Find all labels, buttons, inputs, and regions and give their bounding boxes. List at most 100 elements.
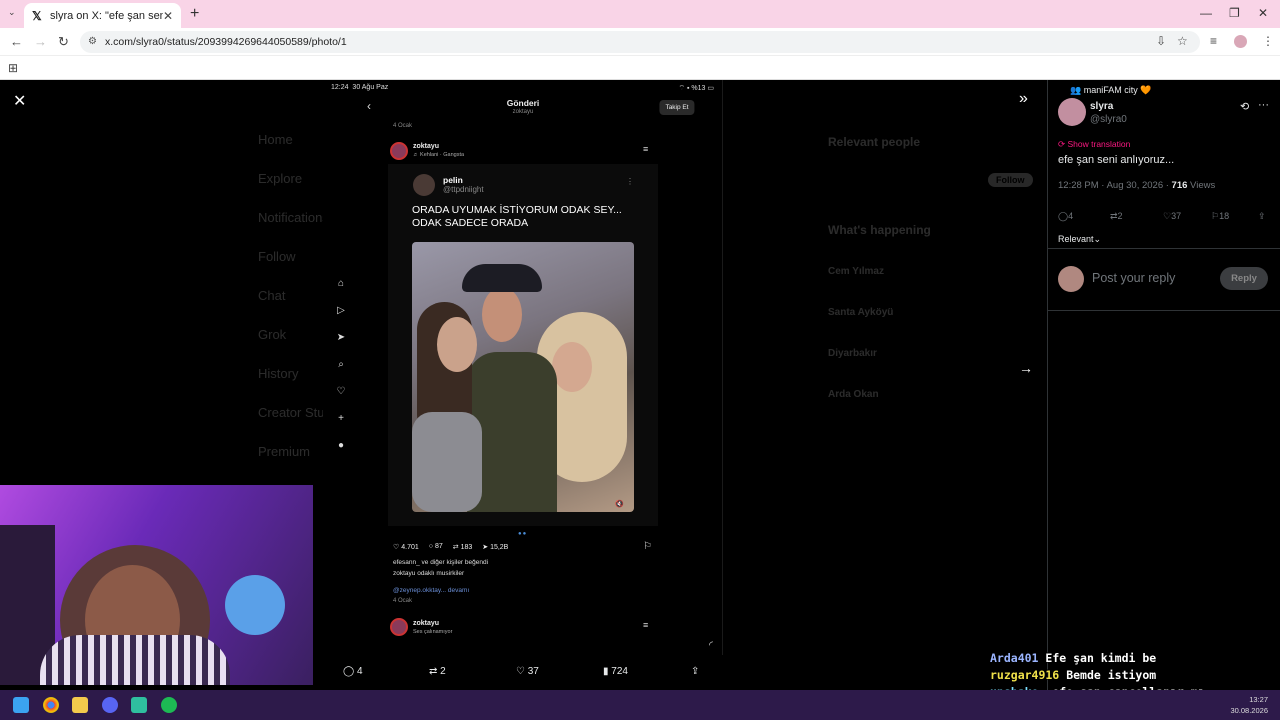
browser-tab[interactable]: 𝕏 slyra on X: "efe şan seni anlıyoruz...… bbox=[24, 3, 181, 28]
bookmark-button[interactable]: ⚐ 18 bbox=[1211, 211, 1229, 222]
streamer-shirt bbox=[40, 635, 230, 685]
search-icon: ⌕ bbox=[338, 359, 344, 370]
tweet-timestamp[interactable]: 12:28 PM · Aug 30, 2026 · bbox=[1058, 180, 1172, 191]
card-text: ORADA UYUMAK İSTİYORUM ODAK SEY... ODAK … bbox=[412, 204, 622, 229]
viewer-views: 724 bbox=[611, 666, 628, 677]
close-window-button[interactable]: ✕ bbox=[1258, 6, 1268, 20]
chevron-down-icon: ⌄ bbox=[1093, 234, 1102, 244]
bookmarks-bar: ⊞ bbox=[0, 56, 1280, 80]
close-viewer-icon[interactable]: ✕ bbox=[13, 91, 26, 111]
reply-submit-button[interactable]: Reply bbox=[1220, 267, 1268, 290]
card-more-icon: ⋮ bbox=[626, 177, 634, 186]
browser-tab-bar: ⌄ 𝕏 slyra on X: "efe şan seni anlıyoruz.… bbox=[0, 0, 1280, 28]
viewer-like-button[interactable]: ♡ 37 bbox=[516, 666, 539, 677]
url-text: x.com/slyra0/status/2093994269644050589/… bbox=[105, 36, 347, 48]
url-bar[interactable]: ⚙ x.com/slyra0/status/209399426964405058… bbox=[80, 31, 1200, 53]
card-handle: @ttpdniight bbox=[443, 185, 484, 194]
bg-trend-1: Cem Yılmaz bbox=[828, 266, 884, 277]
chrome-icon[interactable] bbox=[43, 697, 59, 713]
viewer-views-button[interactable]: ▮ 724 bbox=[603, 666, 628, 677]
send-icon: ➤ bbox=[336, 332, 346, 343]
discord-icon[interactable] bbox=[102, 697, 118, 713]
sort-dropdown[interactable]: Relevant⌄ bbox=[1058, 234, 1101, 245]
author-name[interactable]: slyra bbox=[1090, 101, 1113, 112]
phone-time: 12:24 bbox=[331, 84, 349, 91]
repost-button[interactable]: ⇄ 2 bbox=[1110, 211, 1123, 222]
loading-spinner-icon: ◜ bbox=[709, 640, 713, 651]
reply-avatar bbox=[1058, 266, 1084, 292]
bg-whats-happening: What's happening bbox=[828, 223, 931, 237]
tab-title: slyra on X: "efe şan seni anlıyoruz..." bbox=[50, 9, 163, 22]
app-icon[interactable] bbox=[131, 697, 147, 713]
bg-nav-history: History bbox=[258, 366, 299, 381]
viewer-share-icon[interactable]: ⇪ bbox=[691, 666, 699, 677]
phone-bookmark-icon: ⚐ bbox=[643, 541, 652, 552]
card-avatar bbox=[413, 174, 435, 196]
tweet-views-label: Views bbox=[1187, 180, 1216, 191]
menu-icon[interactable]: ⋮ bbox=[1262, 34, 1274, 48]
show-translation-link[interactable]: Show translation bbox=[1068, 139, 1131, 149]
viewer-repost-button[interactable]: ⇄ 2 bbox=[429, 666, 446, 677]
author-handle[interactable]: @slyra0 bbox=[1090, 114, 1127, 125]
phone-comments: 87 bbox=[434, 543, 443, 550]
viewer-reply-button[interactable]: ◯ 4 bbox=[343, 666, 363, 677]
profile-icon: ● bbox=[337, 440, 345, 451]
sort-label: Relevant bbox=[1058, 234, 1094, 244]
post-username: zoktayu bbox=[413, 143, 440, 150]
like-button[interactable]: ♡ 37 bbox=[1163, 211, 1181, 222]
new-tab-button[interactable]: + bbox=[190, 5, 199, 23]
phone-liked-by: efesann_ ve diğer kişiler beğendi bbox=[393, 559, 489, 566]
file-explorer-icon[interactable] bbox=[72, 697, 88, 713]
bg-nav-explore: Explore bbox=[258, 171, 303, 186]
embedded-post-card: pelin @ttpdniight ⋮ ORADA UYUMAK İSTİYOR… bbox=[388, 164, 658, 526]
phone-reposts: 183 bbox=[460, 544, 473, 551]
phone-caption: zoktayu odaklı musirkiler bbox=[393, 570, 465, 577]
bg-nav-grok: Grok bbox=[258, 327, 287, 342]
reload-button[interactable]: ↻ bbox=[58, 34, 69, 50]
collapse-panel-icon[interactable]: » bbox=[1019, 90, 1028, 108]
tweet-panel: 👥 maniFAM city 🧡 slyra @slyra0 ⟲ ··· ⟳ S… bbox=[1047, 80, 1280, 690]
phone-nav-rail: ⌂ ▷ ➤ ⌕ ♡ + ● bbox=[333, 278, 349, 467]
author-avatar[interactable] bbox=[1058, 98, 1086, 126]
tab-list-icon[interactable]: ⌄ bbox=[8, 7, 16, 18]
reply-button[interactable]: ◯ 4 bbox=[1058, 211, 1073, 222]
viewer-action-bar: ◯ 4 ⇄ 2 ♡ 37 ▮ 724 ⇪ bbox=[313, 655, 723, 690]
back-button[interactable]: ← bbox=[10, 34, 23, 49]
next-photo-icon[interactable]: → bbox=[1019, 360, 1033, 376]
heart-icon: ♡ bbox=[336, 386, 346, 397]
maximize-button[interactable]: ❐ bbox=[1229, 6, 1240, 20]
grok-icon[interactable]: ⟲ bbox=[1240, 100, 1249, 113]
spotify-icon[interactable] bbox=[161, 697, 177, 713]
post-music: ♬ Kehlani · Gangsta bbox=[413, 152, 465, 158]
forward-button[interactable]: → bbox=[34, 34, 47, 49]
clock-date: 30.08.2026 bbox=[1230, 706, 1268, 715]
minimize-button[interactable]: — bbox=[1200, 6, 1212, 20]
more-options-icon[interactable]: ··· bbox=[1258, 99, 1269, 111]
bookmark-star-icon[interactable]: ☆ bbox=[1177, 34, 1188, 48]
home-icon: ⌂ bbox=[337, 278, 345, 289]
community-name[interactable]: maniFAM city 🧡 bbox=[1084, 85, 1152, 95]
translate-icon: ⟳ bbox=[1058, 139, 1066, 149]
site-info-icon[interactable]: ⚙ bbox=[88, 31, 97, 53]
install-icon[interactable]: ⇩ bbox=[1156, 34, 1166, 48]
repost-count: 2 bbox=[1117, 211, 1123, 221]
address-toolbar: ← → ↻ ⚙ x.com/slyra0/status/209399426964… bbox=[0, 28, 1280, 56]
reply-count: 4 bbox=[1068, 211, 1074, 221]
phone-follow-button: Takip Et bbox=[659, 100, 695, 115]
system-clock[interactable]: 13:27 30.08.2026 bbox=[1230, 694, 1268, 716]
phone-screenshot: 12:24 30 Ağu Paz ⌔ ▪ %13 ▭ ‹ Gönderi zok… bbox=[323, 80, 723, 655]
media-controls-icon[interactable]: ≡ bbox=[1210, 34, 1217, 48]
close-tab-icon[interactable]: ✕ bbox=[163, 9, 173, 23]
bookmark-count: 18 bbox=[1219, 211, 1230, 221]
share-icon[interactable]: ⇪ bbox=[1258, 211, 1266, 222]
bg-relevant-people: Relevant people bbox=[828, 135, 921, 149]
profile-avatar[interactable] bbox=[1234, 35, 1247, 48]
windows-start-icon[interactable] bbox=[13, 697, 29, 713]
divider bbox=[1048, 248, 1280, 249]
viewer-replies: 4 bbox=[356, 666, 363, 677]
reply-input[interactable]: Post your reply bbox=[1092, 271, 1175, 285]
plush-toy bbox=[225, 575, 285, 635]
apps-grid-icon[interactable]: ⊞ bbox=[8, 61, 18, 75]
community-icon: 👥 bbox=[1070, 85, 1082, 95]
post2-sub: Ses çalınamıyor bbox=[413, 629, 453, 635]
